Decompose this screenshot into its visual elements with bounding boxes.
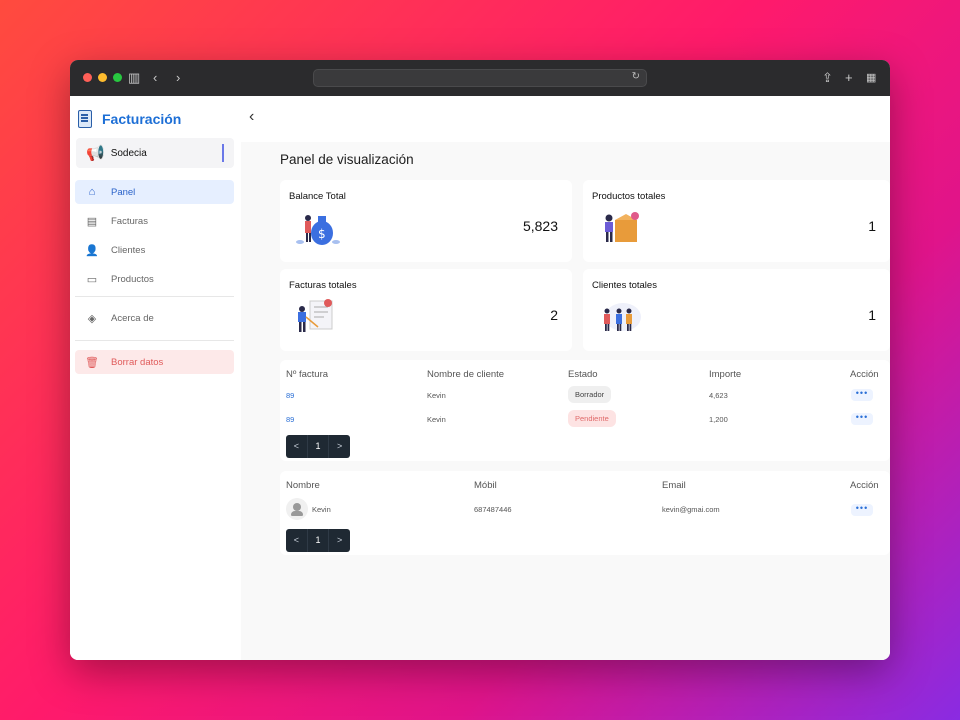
browser-window: ▥ ‹ › ↻ ⇪ + ▦ Facturación 📢 Sodecia ⌂ Pa… [70, 60, 890, 660]
clients-illustration [604, 303, 641, 331]
card-title: Facturas totales [289, 280, 357, 291]
svg-text:$: $ [318, 227, 326, 241]
sidebar-item-label: Acerca de [111, 312, 154, 324]
avatar [286, 498, 308, 520]
column-header: Acción [850, 480, 879, 491]
card-title: Clientes totales [592, 280, 657, 291]
card-value: 1 [868, 218, 876, 234]
sidebar-item-borrar-datos[interactable]: 🗑 Borrar datos [75, 350, 234, 374]
invoices-table: Nº factura Nombre de cliente Estado Impo… [280, 360, 890, 461]
column-header: Email [662, 480, 686, 491]
row-actions-button[interactable]: ••• [851, 504, 873, 516]
user-add-icon: 👤 [85, 244, 99, 257]
sidebar-item-label: Borrar datos [111, 356, 164, 368]
home-icon: ⌂ [88, 186, 96, 198]
reload-icon[interactable]: ↻ [632, 71, 640, 82]
column-header: Nombre de cliente [427, 369, 505, 380]
company-indicator [222, 144, 224, 162]
archive-icon: ▭ [86, 273, 98, 286]
back-icon[interactable]: ‹ [153, 70, 157, 86]
stat-card-productos: Productos totales 1 [583, 180, 890, 262]
company-name: Sodecia [110, 147, 147, 159]
invoice-logo-icon [78, 110, 92, 128]
minimize-window-button[interactable] [98, 73, 107, 82]
sidebar-item-facturas[interactable]: ▤ Facturas [75, 209, 234, 233]
row-actions-button[interactable]: ••• [851, 413, 873, 425]
pagination: < 1 > [286, 529, 350, 552]
brand-name: Facturación [102, 111, 182, 127]
client-mobile: 687487446 [474, 505, 512, 514]
client-name: Kevin [427, 415, 446, 424]
shield-check-icon: ◈ [87, 312, 97, 325]
browser-titlebar: ▥ ‹ › ↻ ⇪ + ▦ [70, 60, 890, 96]
main-content: Panel de visualización Balance Total $ 5… [241, 142, 890, 660]
column-header: Móbil [474, 480, 497, 491]
trash-icon: 🗑 [85, 356, 99, 369]
collapse-sidebar-icon[interactable]: ‹ [249, 108, 254, 126]
invoice-number-link[interactable]: 89 [286, 391, 294, 400]
clients-table: Nombre Móbil Email Acción Kevin 68748744… [280, 471, 890, 555]
stat-card-clientes: Clientes totales 1 [583, 269, 890, 351]
stat-card-facturas: Facturas totales 2 [280, 269, 572, 351]
next-page-button[interactable]: > [329, 435, 350, 458]
status-badge: Pendiente [568, 410, 616, 427]
current-page[interactable]: 1 [306, 529, 330, 552]
next-page-button[interactable]: > [329, 529, 350, 552]
sidebar-item-productos[interactable]: ▭ Productos [75, 267, 234, 291]
topbar: ‹ [241, 96, 890, 142]
column-header: Nombre [286, 480, 320, 491]
card-title: Balance Total [289, 191, 346, 202]
sidebar-item-label: Clientes [111, 244, 146, 256]
client-name: Kevin [427, 391, 446, 400]
invoice-amount: 1,200 [709, 415, 728, 424]
sidebar-item-clientes[interactable]: 👤 Clientes [75, 238, 234, 262]
sidebar-item-label: Panel [111, 186, 136, 198]
sidebar-item-acerca[interactable]: ◈ Acerca de [75, 306, 234, 330]
card-value: 5,823 [522, 218, 558, 234]
card-value: 2 [550, 307, 558, 323]
stat-card-balance: Balance Total $ 5,823 [280, 180, 572, 262]
close-window-button[interactable] [83, 73, 92, 82]
share-icon[interactable]: ⇪ [822, 70, 833, 86]
megaphone-icon: 📢 [86, 145, 105, 162]
client-name: Kevin [312, 505, 331, 514]
sidebar-item-label: Productos [111, 273, 154, 285]
prev-page-button[interactable]: < [286, 435, 307, 458]
window-controls [83, 73, 122, 82]
column-header: Nº factura [286, 369, 329, 380]
tab-overview-icon[interactable]: ▦ [866, 70, 876, 86]
forward-icon[interactable]: › [176, 70, 180, 86]
new-tab-icon[interactable]: + [845, 70, 853, 86]
sidebar-item-panel[interactable]: ⌂ Panel [75, 180, 234, 204]
invoice-number-link[interactable]: 89 [286, 415, 294, 424]
address-bar[interactable]: ↻ [313, 69, 647, 87]
card-value: 1 [868, 307, 876, 323]
sidebar-item-label: Facturas [111, 215, 148, 227]
money-bag-illustration: $ [296, 215, 340, 245]
sidebar-toggle-icon[interactable]: ▥ [128, 70, 140, 86]
sidebar-divider [75, 340, 234, 341]
column-header: Importe [709, 369, 742, 380]
maximize-window-button[interactable] [113, 73, 122, 82]
card-title: Productos totales [592, 191, 666, 202]
column-header: Acción [850, 369, 879, 380]
sidebar-divider [75, 296, 234, 297]
brand: Facturación [78, 110, 181, 128]
client-email: kevin@gmai.com [662, 505, 720, 514]
product-box-illustration [605, 212, 639, 242]
column-header: Estado [568, 369, 598, 380]
current-page[interactable]: 1 [306, 435, 330, 458]
document-icon: ▤ [86, 215, 98, 228]
company-selector[interactable]: 📢 Sodecia [76, 138, 234, 168]
invoice-amount: 4,623 [709, 391, 728, 400]
status-badge: Borrador [568, 386, 612, 403]
row-actions-button[interactable]: ••• [851, 389, 873, 401]
sidebar: Facturación 📢 Sodecia ⌂ Panel ▤ Facturas… [70, 96, 241, 660]
pagination: < 1 > [286, 435, 350, 458]
page-title: Panel de visualización [280, 152, 414, 167]
prev-page-button[interactable]: < [286, 529, 307, 552]
invoice-illustration [298, 299, 333, 332]
